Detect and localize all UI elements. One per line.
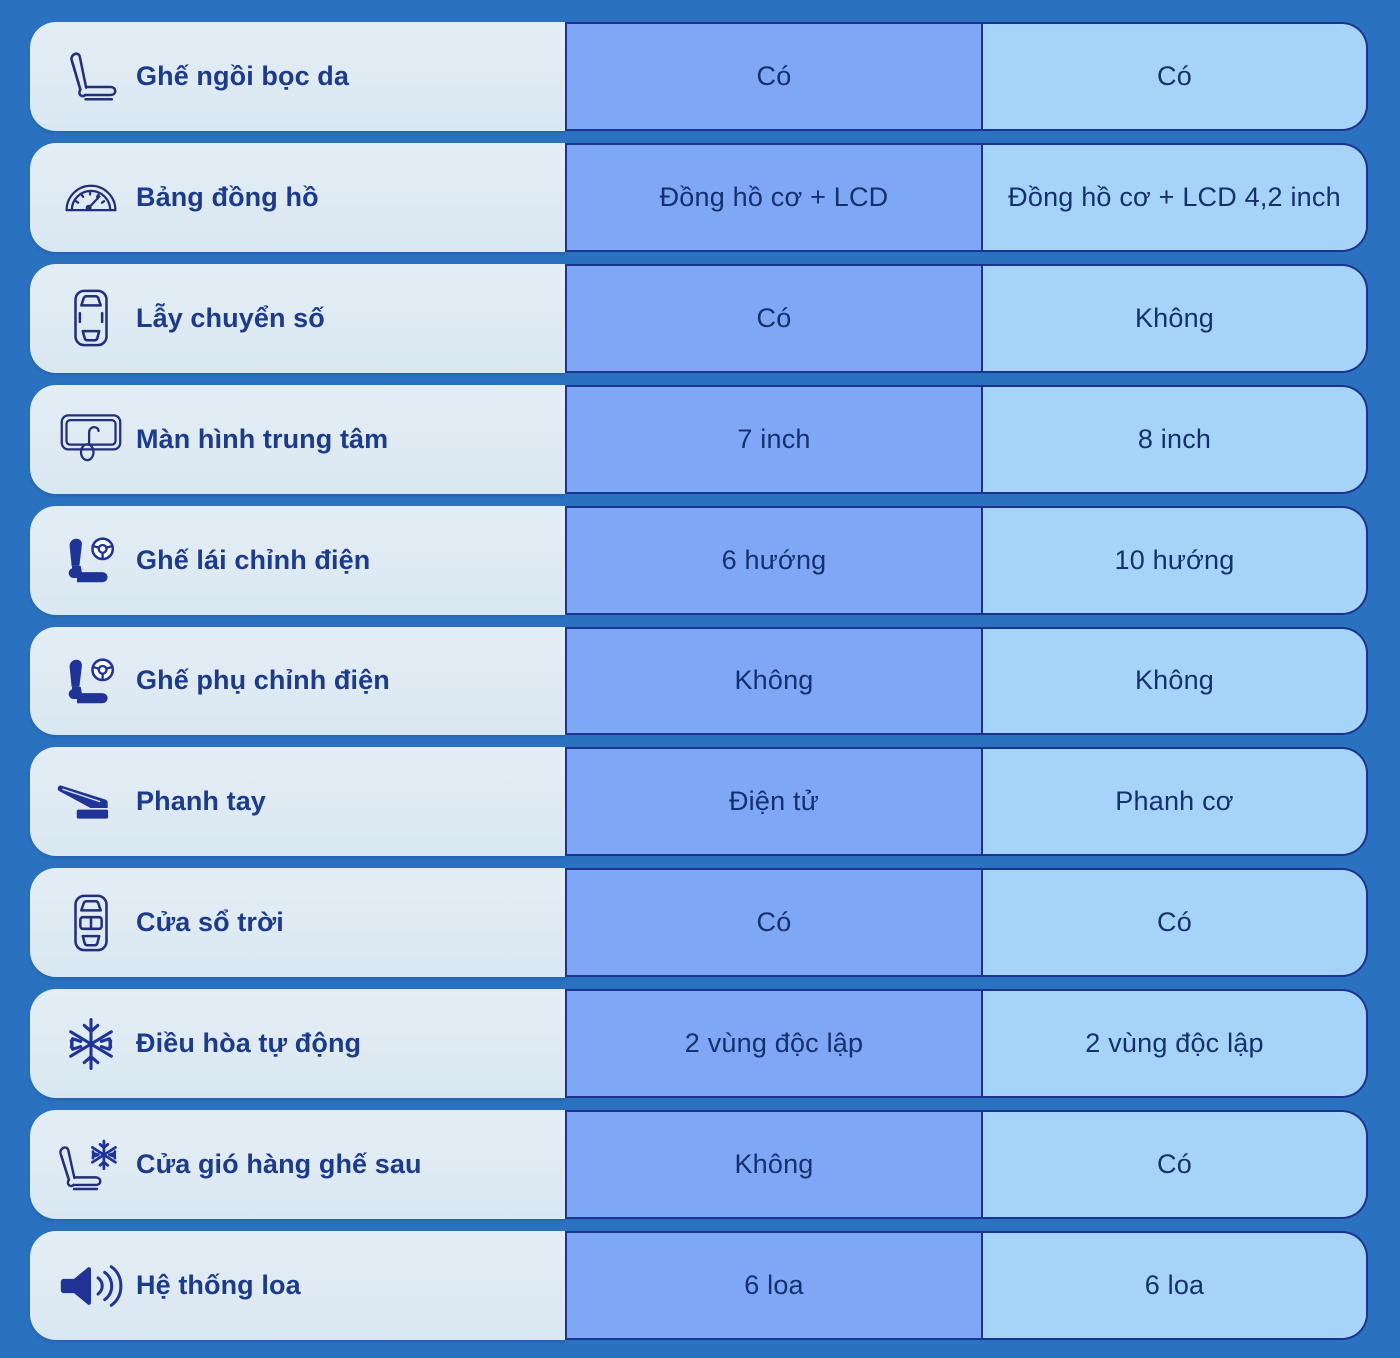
sunroof-car-icon — [52, 887, 130, 959]
variant-b-cell: 2 vùng độc lập — [982, 989, 1368, 1099]
feature-cell: Lẫy chuyển số — [30, 263, 565, 373]
feature-label: Cửa sổ trời — [136, 907, 284, 938]
variant-b-cell: 8 inch — [982, 384, 1368, 494]
variant-b-cell: Có — [982, 868, 1368, 978]
table-row: Ghế ngồi bọc da Có Có — [0, 22, 1400, 131]
feature-cell: Cửa sổ trời — [30, 868, 565, 978]
table-row: Bảng đồng hồ Đồng hồ cơ + LCD Đồng hồ cơ +… — [0, 142, 1400, 252]
variant-b-value: Không — [1134, 665, 1215, 696]
speedometer-icon — [52, 161, 130, 233]
variant-b-cell: Không — [982, 263, 1368, 373]
feature-label: Ghế phụ chỉnh điện — [136, 665, 390, 696]
table-row: Lẫy chuyển số Có Không — [0, 263, 1400, 373]
variant-a-value: Có — [756, 60, 792, 91]
feature-cell: Phanh tay — [30, 747, 565, 857]
variant-a-value: Điện tử — [728, 786, 819, 817]
variant-a-cell: Điện tử — [565, 747, 982, 857]
driver-seat-power-icon — [52, 524, 130, 596]
variant-a-cell: Không — [565, 1110, 982, 1220]
variant-b-cell: Đồng hồ cơ + LCD 4,2 inch — [982, 142, 1368, 252]
variant-a-cell: Đồng hồ cơ + LCD — [565, 142, 982, 252]
variant-b-cell: Phanh cơ — [982, 747, 1368, 857]
variant-a-cell: Có — [565, 868, 982, 978]
feature-label: Ghế lái chỉnh điện — [136, 544, 371, 575]
variant-b-value: Đồng hồ cơ + LCD 4,2 inch — [1008, 181, 1341, 212]
car-top-view-icon — [52, 282, 130, 354]
table-row: Cửa sổ trời Có Có — [0, 868, 1400, 978]
table-row: Cửa gió hàng ghế sau Không Có — [0, 1110, 1400, 1220]
variant-a-value: 6 loa — [744, 1270, 804, 1301]
feature-cell: Ghế ngồi bọc da — [30, 22, 565, 131]
variant-b-value: 8 inch — [1137, 423, 1212, 454]
table-row: Phanh tay Điện tử Phanh cơ — [0, 747, 1400, 857]
feature-cell: Điều hòa tự động — [30, 989, 565, 1099]
variant-a-cell: Có — [565, 263, 982, 373]
feature-label: Màn hình trung tâm — [136, 423, 389, 454]
feature-cell: Bảng đồng hồ — [30, 142, 565, 252]
table-row: Màn hình trung tâm 7 inch 8 inch — [0, 384, 1400, 494]
variant-a-value: 6 hướng — [721, 544, 827, 575]
variant-b-value: Có — [1157, 60, 1192, 91]
variant-b-cell: Có — [982, 1110, 1368, 1220]
passenger-seat-power-icon — [52, 645, 130, 717]
variant-b-value: Có — [1157, 1149, 1192, 1180]
feature-cell: Ghế phụ chỉnh điện — [30, 626, 565, 736]
speaker-icon — [52, 1250, 130, 1322]
car-seat-icon — [52, 40, 130, 112]
variant-b-value: Có — [1157, 907, 1192, 938]
variant-a-cell: 6 loa — [565, 1231, 982, 1340]
variant-b-value: 10 hướng — [1114, 544, 1235, 575]
variant-b-value: 6 loa — [1144, 1270, 1205, 1301]
variant-a-cell: Có — [565, 22, 982, 131]
variant-b-cell: 6 loa — [982, 1231, 1368, 1340]
variant-a-value: Có — [756, 302, 792, 333]
rear-seat-vent-icon — [52, 1129, 130, 1201]
variant-b-value: Không — [1134, 302, 1215, 333]
variant-a-value: Có — [756, 907, 792, 938]
feature-label: Bảng đồng hồ — [136, 181, 319, 212]
variant-a-value: 7 inch — [737, 423, 811, 454]
feature-cell: Hệ thống loa — [30, 1231, 565, 1340]
variant-b-cell: 10 hướng — [982, 505, 1368, 615]
feature-label: Lẫy chuyển số — [136, 302, 325, 333]
snowflake-icon — [52, 1008, 130, 1080]
feature-label: Cửa gió hàng ghế sau — [136, 1149, 422, 1180]
spec-comparison-table: Ghế ngồi bọc da Có Có Bảng đồng hồ Đồng hồ … — [0, 0, 1400, 1358]
feature-label: Điều hòa tự động — [136, 1028, 362, 1059]
center-display-icon — [52, 403, 130, 475]
handbrake-icon — [52, 766, 130, 838]
variant-a-value: Không — [734, 665, 814, 696]
feature-cell: Màn hình trung tâm — [30, 384, 565, 494]
feature-label: Ghế ngồi bọc da — [136, 60, 350, 91]
feature-label: Hệ thống loa — [136, 1269, 301, 1300]
variant-a-cell: 6 hướng — [565, 505, 982, 615]
feature-label: Phanh tay — [136, 786, 266, 817]
table-row: Hệ thống loa 6 loa 6 loa — [0, 1231, 1400, 1340]
variant-a-value: Đồng hồ cơ + LCD — [659, 181, 889, 212]
table-row: Ghế lái chỉnh điện 6 hướng 10 hướng — [0, 505, 1400, 615]
table-row: Ghế phụ chỉnh điện Không Không — [0, 626, 1400, 736]
variant-a-cell: 2 vùng độc lập — [565, 989, 982, 1099]
variant-a-value: 2 vùng độc lập — [684, 1028, 864, 1059]
feature-cell: Ghế lái chỉnh điện — [30, 505, 565, 615]
variant-a-value: Không — [734, 1149, 814, 1180]
variant-b-cell: Không — [982, 626, 1368, 736]
variant-a-cell: 7 inch — [565, 384, 982, 494]
table-row: Điều hòa tự động 2 vùng độc lập 2 vùng độc… — [0, 989, 1400, 1099]
feature-cell: Cửa gió hàng ghế sau — [30, 1110, 565, 1220]
variant-b-value: 2 vùng độc lập — [1085, 1028, 1264, 1059]
variant-b-value: Phanh cơ — [1115, 786, 1234, 817]
variant-b-cell: Có — [982, 22, 1368, 131]
variant-a-cell: Không — [565, 626, 982, 736]
